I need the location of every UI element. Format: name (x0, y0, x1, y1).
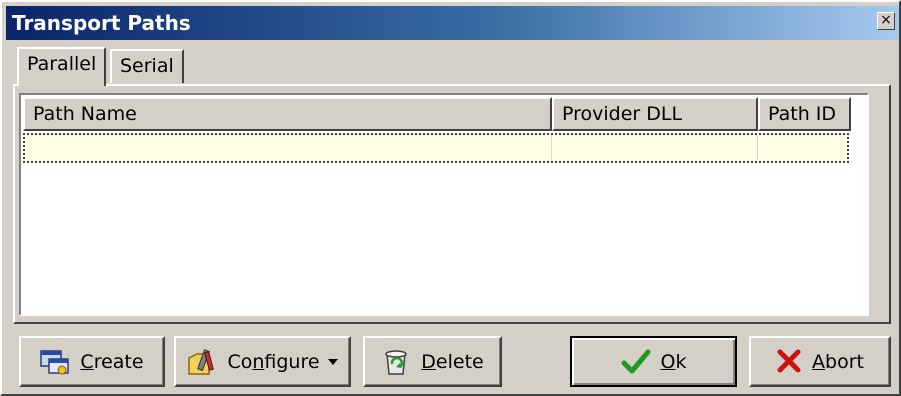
table-row[interactable] (23, 133, 849, 163)
tab-serial[interactable]: Serial (110, 49, 184, 83)
chevron-down-icon (327, 358, 338, 365)
transport-paths-window: Transport Paths × Serial Parallel Path N… (0, 0, 901, 396)
column-header-path-id[interactable]: Path ID (758, 97, 851, 131)
abort-button[interactable]: Abort (749, 336, 891, 387)
cross-icon (776, 348, 802, 376)
ok-button[interactable]: Ok (570, 336, 737, 387)
column-header-provider-dll[interactable]: Provider DLL (552, 97, 758, 131)
delete-button[interactable]: Delete (363, 336, 502, 387)
cell-provider-dll (552, 135, 758, 161)
create-button-label: Create (80, 350, 144, 373)
tab-parallel-label: Parallel (27, 53, 97, 75)
configure-button-label: Configure (227, 350, 320, 373)
check-icon (621, 348, 651, 376)
delete-button-label: Delete (421, 350, 484, 373)
close-button[interactable]: × (877, 12, 895, 30)
recycle-bin-icon (381, 348, 411, 376)
tab-parallel[interactable]: Parallel (17, 47, 107, 86)
column-header-path-name[interactable]: Path Name (23, 97, 552, 131)
window-title: Transport Paths (12, 11, 191, 35)
title-bar[interactable]: Transport Paths × (6, 6, 899, 40)
cell-path-name (25, 135, 552, 161)
abort-button-label: Abort (812, 350, 864, 373)
create-button[interactable]: Create (19, 336, 165, 387)
cell-path-id (758, 135, 847, 161)
tab-serial-label: Serial (120, 55, 174, 77)
configure-tools-icon (187, 348, 217, 376)
configure-button[interactable]: Configure (174, 336, 351, 387)
transport-paths-list[interactable]: Path Name Provider DLL Path ID (19, 93, 869, 316)
ok-button-label: Ok (660, 350, 687, 373)
create-path-icon (40, 348, 70, 376)
